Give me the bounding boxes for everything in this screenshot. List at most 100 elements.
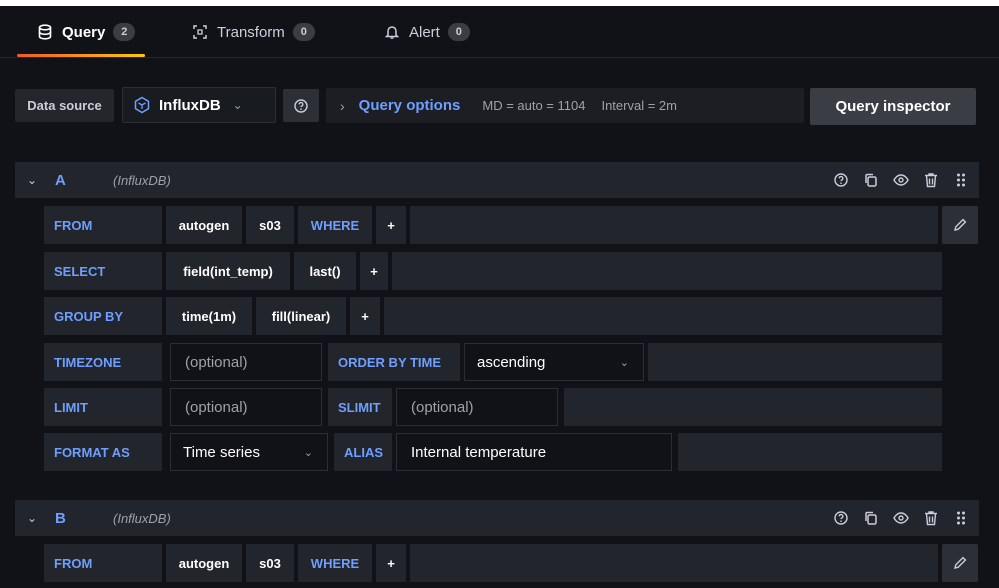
tab-query-count: 2 xyxy=(113,23,136,41)
question-circle-icon[interactable] xyxy=(833,510,849,526)
add-group-by-button[interactable]: + xyxy=(350,297,380,335)
chevron-down-icon: ⌄ xyxy=(619,356,629,369)
chevron-down-icon: ⌄ xyxy=(303,446,313,459)
query-row-actions xyxy=(833,500,969,536)
max-data-points-info: MD = auto = 1104 xyxy=(482,98,586,113)
where-keyword: WHERE xyxy=(298,206,372,244)
limit-keyword: LIMIT xyxy=(44,388,162,426)
copy-icon[interactable] xyxy=(863,172,879,188)
question-circle-icon xyxy=(294,98,308,113)
query-row-actions xyxy=(833,162,969,198)
from-row-filler xyxy=(410,206,938,244)
query-letter: B xyxy=(55,509,66,527)
pencil-icon xyxy=(953,218,967,232)
query-inspector-button[interactable]: Query inspector xyxy=(810,88,976,125)
transform-icon xyxy=(191,23,209,41)
query-datasource-name: (InfluxDB) xyxy=(113,510,171,526)
tab-transform-count: 0 xyxy=(292,23,315,41)
chevron-down-icon[interactable]: ⌄ xyxy=(27,511,41,525)
interval-info: Interval = 2m xyxy=(601,98,677,113)
add-select-button[interactable]: + xyxy=(360,252,388,290)
data-source-picker[interactable]: InfluxDB ⌄ xyxy=(122,87,276,123)
tab-query-label: Query xyxy=(62,23,106,41)
limit-row: LIMIT (optional) SLIMIT (optional) xyxy=(44,388,944,426)
query-row-header-b[interactable]: ⌄ B (InfluxDB) xyxy=(15,500,979,536)
slimit-keyword: SLIMIT xyxy=(328,388,392,426)
tab-bar: Query 2 Transform 0 Alert 0 xyxy=(0,6,999,58)
trash-icon[interactable] xyxy=(923,510,939,526)
retention-policy-segment[interactable]: autogen xyxy=(166,544,242,582)
timezone-input[interactable]: (optional) xyxy=(170,343,322,381)
data-source-label: Data source xyxy=(15,89,114,122)
timezone-row: TIMEZONE (optional) ORDER BY TIME ascend… xyxy=(44,343,944,381)
chevron-down-icon: ⌄ xyxy=(232,98,243,112)
group-by-row: GROUP BY time(1m) fill(linear) + xyxy=(44,297,944,335)
tab-query[interactable]: Query 2 xyxy=(36,20,136,44)
drag-handle-icon[interactable] xyxy=(953,510,969,526)
group-by-keyword: GROUP BY xyxy=(44,297,162,335)
add-where-button[interactable]: + xyxy=(376,206,406,244)
question-circle-icon[interactable] xyxy=(833,172,849,188)
format-as-keyword: FORMAT AS xyxy=(44,433,162,471)
bell-icon xyxy=(383,23,401,41)
slimit-input[interactable]: (optional) xyxy=(396,388,558,426)
select-row: SELECT field(int_temp) last() + xyxy=(44,252,944,290)
pencil-icon xyxy=(953,556,967,570)
timezone-keyword: TIMEZONE xyxy=(44,343,162,381)
limit-row-filler xyxy=(564,388,942,426)
tab-alert-count: 0 xyxy=(447,23,470,41)
select-row-filler xyxy=(392,252,942,290)
eye-icon[interactable] xyxy=(893,172,909,188)
from-keyword: FROM xyxy=(44,544,162,582)
alias-keyword: ALIAS xyxy=(334,433,392,471)
query-row-header-a[interactable]: ⌄ A (InfluxDB) xyxy=(15,162,979,198)
measurement-segment[interactable]: s03 xyxy=(246,206,294,244)
tab-transform[interactable]: Transform 0 xyxy=(191,20,315,44)
add-where-button[interactable]: + xyxy=(376,544,406,582)
chevron-right-icon: › xyxy=(340,97,345,114)
where-keyword: WHERE xyxy=(298,544,372,582)
influxdb-icon xyxy=(133,96,151,114)
from-row-filler xyxy=(410,544,938,582)
order-by-time-keyword: ORDER BY TIME xyxy=(328,343,460,381)
fill-segment[interactable]: fill(linear) xyxy=(256,297,346,335)
format-row: FORMAT AS Time series ⌄ ALIAS Internal t… xyxy=(44,433,944,471)
group-by-row-filler xyxy=(384,297,942,335)
field-segment[interactable]: field(int_temp) xyxy=(166,252,290,290)
select-keyword: SELECT xyxy=(44,252,162,290)
tab-alert-label: Alert xyxy=(409,23,440,41)
format-as-value: Time series xyxy=(183,443,260,461)
order-by-time-value: ascending xyxy=(477,353,546,371)
chevron-down-icon[interactable]: ⌄ xyxy=(27,173,41,187)
data-source-name: InfluxDB xyxy=(159,96,221,114)
trash-icon[interactable] xyxy=(923,172,939,188)
format-row-filler xyxy=(678,433,942,471)
edit-raw-query-button[interactable] xyxy=(942,544,978,582)
query-letter: A xyxy=(55,171,66,189)
eye-icon[interactable] xyxy=(893,510,909,526)
function-segment[interactable]: last() xyxy=(294,252,356,290)
measurement-segment[interactable]: s03 xyxy=(246,544,294,582)
database-icon xyxy=(36,23,54,41)
group-time-segment[interactable]: time(1m) xyxy=(166,297,252,335)
from-row: FROM autogen s03 WHERE + xyxy=(44,206,980,244)
data-source-help-button[interactable] xyxy=(283,89,319,122)
tab-transform-label: Transform xyxy=(217,23,285,41)
query-editor: Query 2 Transform 0 Alert 0 Data source … xyxy=(0,6,999,588)
from-row-b: FROM autogen s03 WHERE + xyxy=(44,544,980,582)
timezone-row-filler xyxy=(648,343,942,381)
edit-raw-query-button[interactable] xyxy=(942,206,978,244)
from-keyword: FROM xyxy=(44,206,162,244)
query-toolbar: Data source InfluxDB ⌄ › Query options M… xyxy=(0,58,999,158)
order-by-time-select[interactable]: ascending ⌄ xyxy=(464,343,644,381)
retention-policy-segment[interactable]: autogen xyxy=(166,206,242,244)
drag-handle-icon[interactable] xyxy=(953,172,969,188)
alias-input[interactable]: Internal temperature xyxy=(396,433,672,471)
tab-alert[interactable]: Alert 0 xyxy=(383,20,470,44)
query-options-toggle[interactable]: › Query options MD = auto = 1104 Interva… xyxy=(326,88,804,123)
copy-icon[interactable] xyxy=(863,510,879,526)
query-datasource-name: (InfluxDB) xyxy=(113,172,171,188)
limit-input[interactable]: (optional) xyxy=(170,388,322,426)
format-as-select[interactable]: Time series ⌄ xyxy=(170,433,328,471)
query-options-label: Query options xyxy=(358,97,461,114)
